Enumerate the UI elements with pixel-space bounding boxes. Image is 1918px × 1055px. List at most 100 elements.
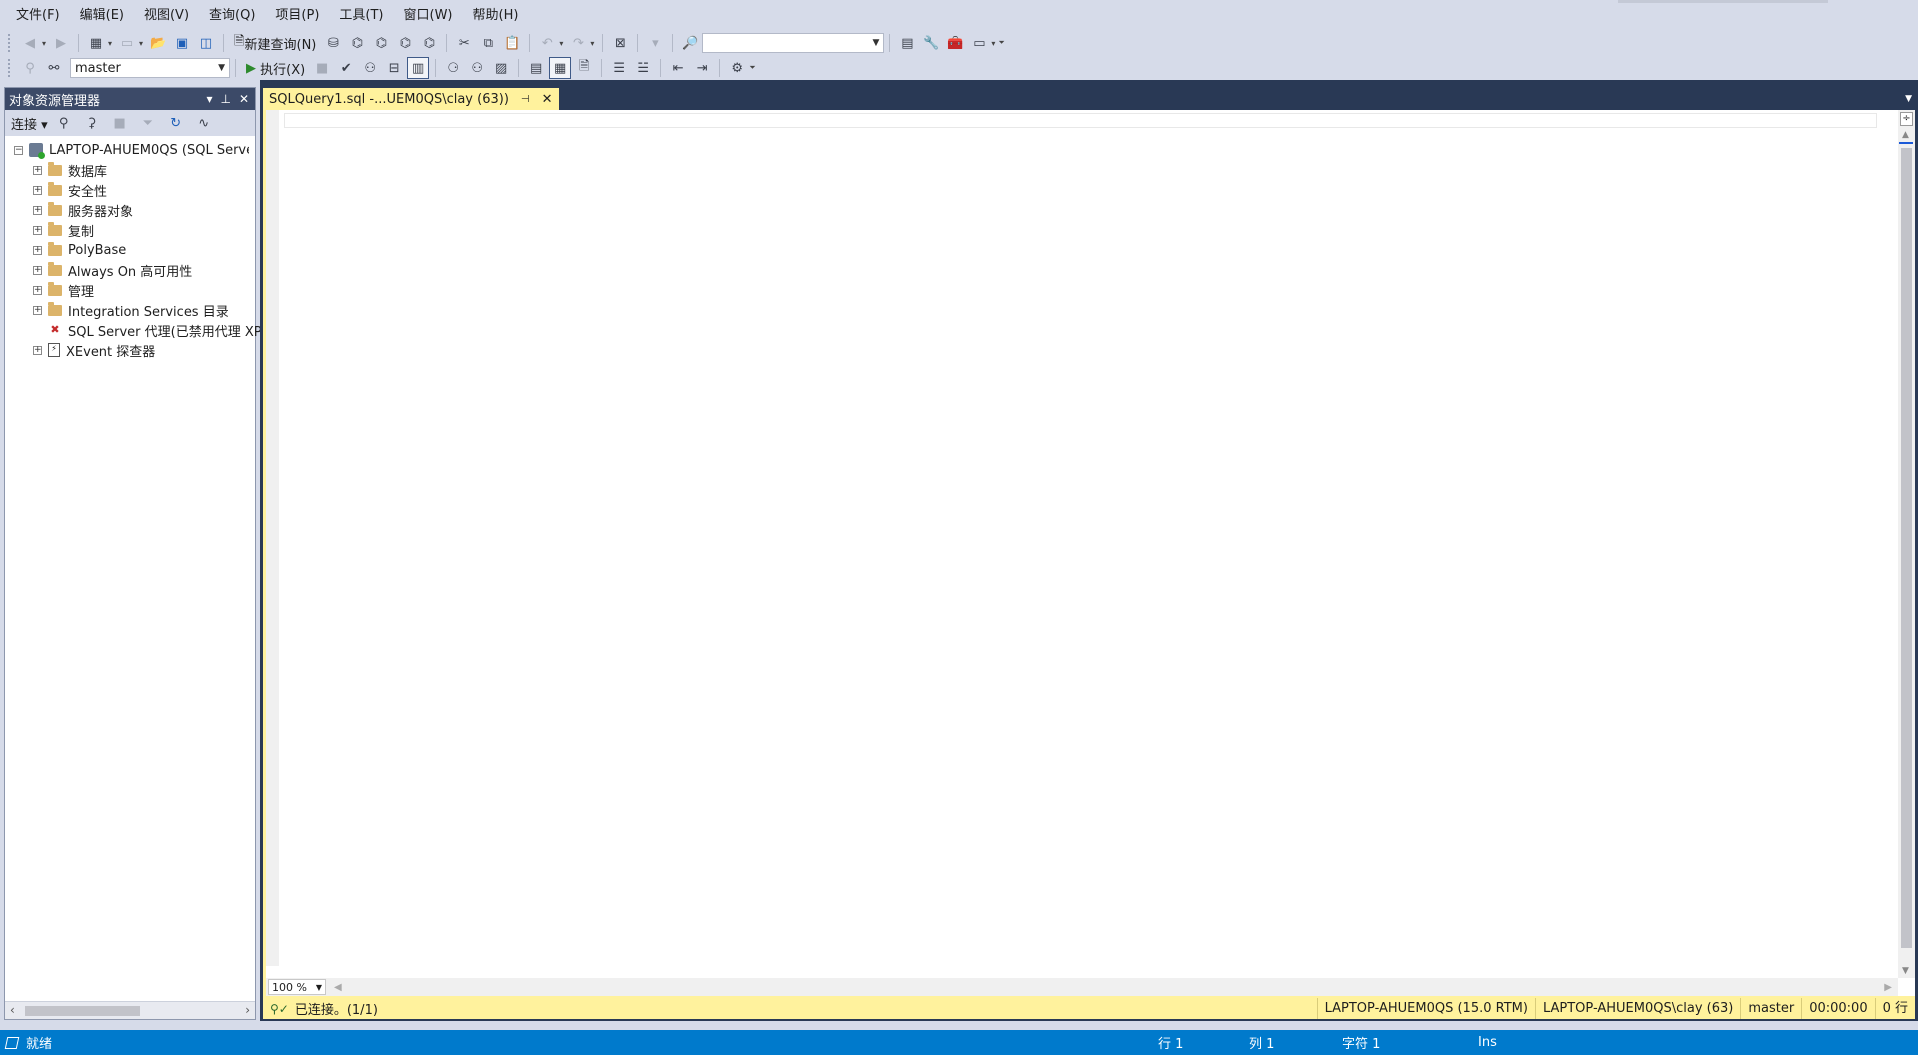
filter-icon[interactable]: ⏷ [137,112,159,134]
expand-icon[interactable]: + [33,185,42,195]
tree-node-polybase[interactable]: + PolyBase [5,240,255,260]
increase-indent-icon[interactable]: ⇥ [691,57,713,79]
pin-tab-icon[interactable]: ⊣ [521,94,530,105]
expand-icon[interactable]: + [33,305,42,315]
results-to-grid-icon[interactable]: ▦ [549,57,572,79]
toolbox-icon[interactable]: 🧰 [944,32,966,54]
menu-view[interactable]: 视图(V) [134,0,199,32]
chevron-down-icon[interactable]: ▾ [991,39,995,48]
activity-monitor-icon[interactable]: ⊠ [609,32,631,54]
execute-button[interactable]: ▶ 执行(X) [242,57,309,79]
dax-query-icon[interactable]: ⌬ [418,32,440,54]
connect-dropdown[interactable]: 连接 ▾ [11,114,48,133]
toolbar-grip[interactable] [8,34,12,52]
query-designer-icon[interactable]: ⊟ [383,57,405,79]
chevron-down-icon[interactable]: ▾ [139,39,143,48]
connect-icon[interactable]: ⚲ [53,112,75,134]
scroll-right-icon[interactable]: › [245,1003,250,1017]
expand-icon[interactable]: + [33,205,42,215]
redo-icon[interactable]: ↷ [567,32,589,54]
cut-icon[interactable]: ✂ [453,32,475,54]
tree-node-integration-services[interactable]: + Integration Services 目录 [5,300,255,320]
scroll-down-icon[interactable]: ▼ [1902,966,1909,976]
toolbar-overflow-icon[interactable]: ⏷ [998,38,1004,48]
chevron-down-icon[interactable]: ▼ [872,38,879,48]
tree-node-server-objects[interactable]: + 服务器对象 [5,200,255,220]
disconnect-icon[interactable]: ⚳ [81,112,103,134]
stop-icon[interactable]: ■ [311,57,333,79]
expand-icon[interactable]: + [33,345,42,355]
save-all-icon[interactable]: ◫ [195,32,217,54]
expand-icon[interactable]: + [33,225,42,235]
client-stats-icon[interactable]: ▨ [490,57,512,79]
tree-node-sql-agent[interactable]: ✖ SQL Server 代理(已禁用代理 XP) [5,320,266,340]
menu-project[interactable]: 项目(P) [265,0,329,32]
close-icon[interactable]: ✕ [542,92,553,107]
save-icon[interactable]: ▣ [171,32,193,54]
comment-lines-icon[interactable]: ☰ [608,57,630,79]
specify-template-values-icon[interactable]: ⚙ [726,57,748,79]
zoom-combo[interactable]: 100 % ▼ [268,979,326,995]
refresh-icon[interactable]: ↻ [165,112,187,134]
change-connection-icon[interactable]: ⚯ [43,57,65,79]
auto-hide-pin-icon[interactable]: ⊥ [220,92,230,106]
tree-node-databases[interactable]: + 数据库 [5,160,255,180]
find-combo[interactable]: ▼ [702,33,885,53]
properties-icon[interactable]: ▤ [896,32,918,54]
chevron-down-icon[interactable]: ▼ [218,63,225,73]
results-to-text-icon[interactable]: ▤ [525,57,547,79]
estimated-plan-icon[interactable]: ⚇ [359,57,381,79]
find-icon[interactable]: 🔎 [679,32,701,54]
scrollbar-thumb[interactable] [1901,148,1912,948]
scroll-left-icon[interactable]: ‹ [10,1003,15,1017]
tree-node-replication[interactable]: + 复制 [5,220,255,240]
database-engine-query-icon[interactable]: ⛁ [322,32,344,54]
results-to-file-icon[interactable]: 🗎 [573,57,595,79]
parse-check-icon[interactable]: ✔ [335,57,357,79]
decrease-indent-icon[interactable]: ⇤ [667,57,689,79]
activity-monitor-icon[interactable]: ∿ [193,112,215,134]
stop-icon[interactable]: ■ [109,112,131,134]
expand-icon[interactable]: + [33,245,42,255]
menu-query[interactable]: 查询(Q) [199,0,265,32]
menu-file[interactable]: 文件(F) [6,0,70,32]
close-icon[interactable]: ✕ [239,92,249,106]
toolbar-overflow-icon[interactable]: ⏷ [749,63,755,73]
new-project-icon[interactable]: ▦ [85,32,107,54]
mdx-query-icon[interactable]: ⌬ [346,32,368,54]
solution-config-dropdown[interactable]: ▾ [644,32,666,54]
current-line-highlight[interactable] [284,113,1877,128]
chevron-down-icon[interactable]: ▾ [108,39,112,48]
menu-help[interactable]: 帮助(H) [463,0,529,32]
scroll-up-icon[interactable]: ▲ [1902,130,1909,140]
scroll-right-icon[interactable]: ▶ [1884,982,1892,993]
chevron-down-icon[interactable]: ▾ [559,39,563,48]
menu-edit[interactable]: 编辑(E) [70,0,134,32]
tree-node-server[interactable]: − LAPTOP-AHUEM0QS (SQL Server 15.0.2000.… [5,140,255,160]
live-stats-icon[interactable]: ⚇ [466,57,488,79]
split-window-icon[interactable]: ÷ [1900,112,1913,126]
command-window-icon[interactable]: ▭ [968,32,990,54]
query-editor[interactable]: ÷ ▲ ▼ 100 % ▼ ◀ ▶ [266,110,1915,996]
copy-icon[interactable]: ⧉ [477,32,499,54]
tree-node-always-on[interactable]: + Always On 高可用性 [5,260,255,280]
intellisense-toggle-icon[interactable]: ▥ [407,57,430,79]
dmx-query-icon[interactable]: ⌬ [370,32,392,54]
available-databases-combo[interactable]: master ▼ [70,58,230,78]
actual-plan-icon[interactable]: ⚆ [442,57,464,79]
toolbar-grip[interactable] [8,59,12,77]
tree-node-security[interactable]: + 安全性 [5,180,255,200]
back-icon[interactable]: ◀ [19,32,41,54]
paste-icon[interactable]: 📋 [501,32,523,54]
horizontal-scrollbar[interactable]: ‹ › [5,1001,255,1019]
uncomment-lines-icon[interactable]: ☱ [632,57,654,79]
collapse-icon[interactable]: − [14,145,23,155]
menu-tools[interactable]: 工具(T) [329,0,393,32]
chevron-down-icon[interactable]: ▾ [590,39,594,48]
wrench-icon[interactable]: 🔧 [920,32,942,54]
undo-icon[interactable]: ↶ [536,32,558,54]
output-window-icon[interactable] [4,1036,20,1049]
add-item-icon[interactable]: ▭ [116,32,138,54]
vertical-scrollbar[interactable]: ÷ ▲ ▼ [1898,110,1915,978]
scrollbar-thumb[interactable] [25,1006,140,1016]
